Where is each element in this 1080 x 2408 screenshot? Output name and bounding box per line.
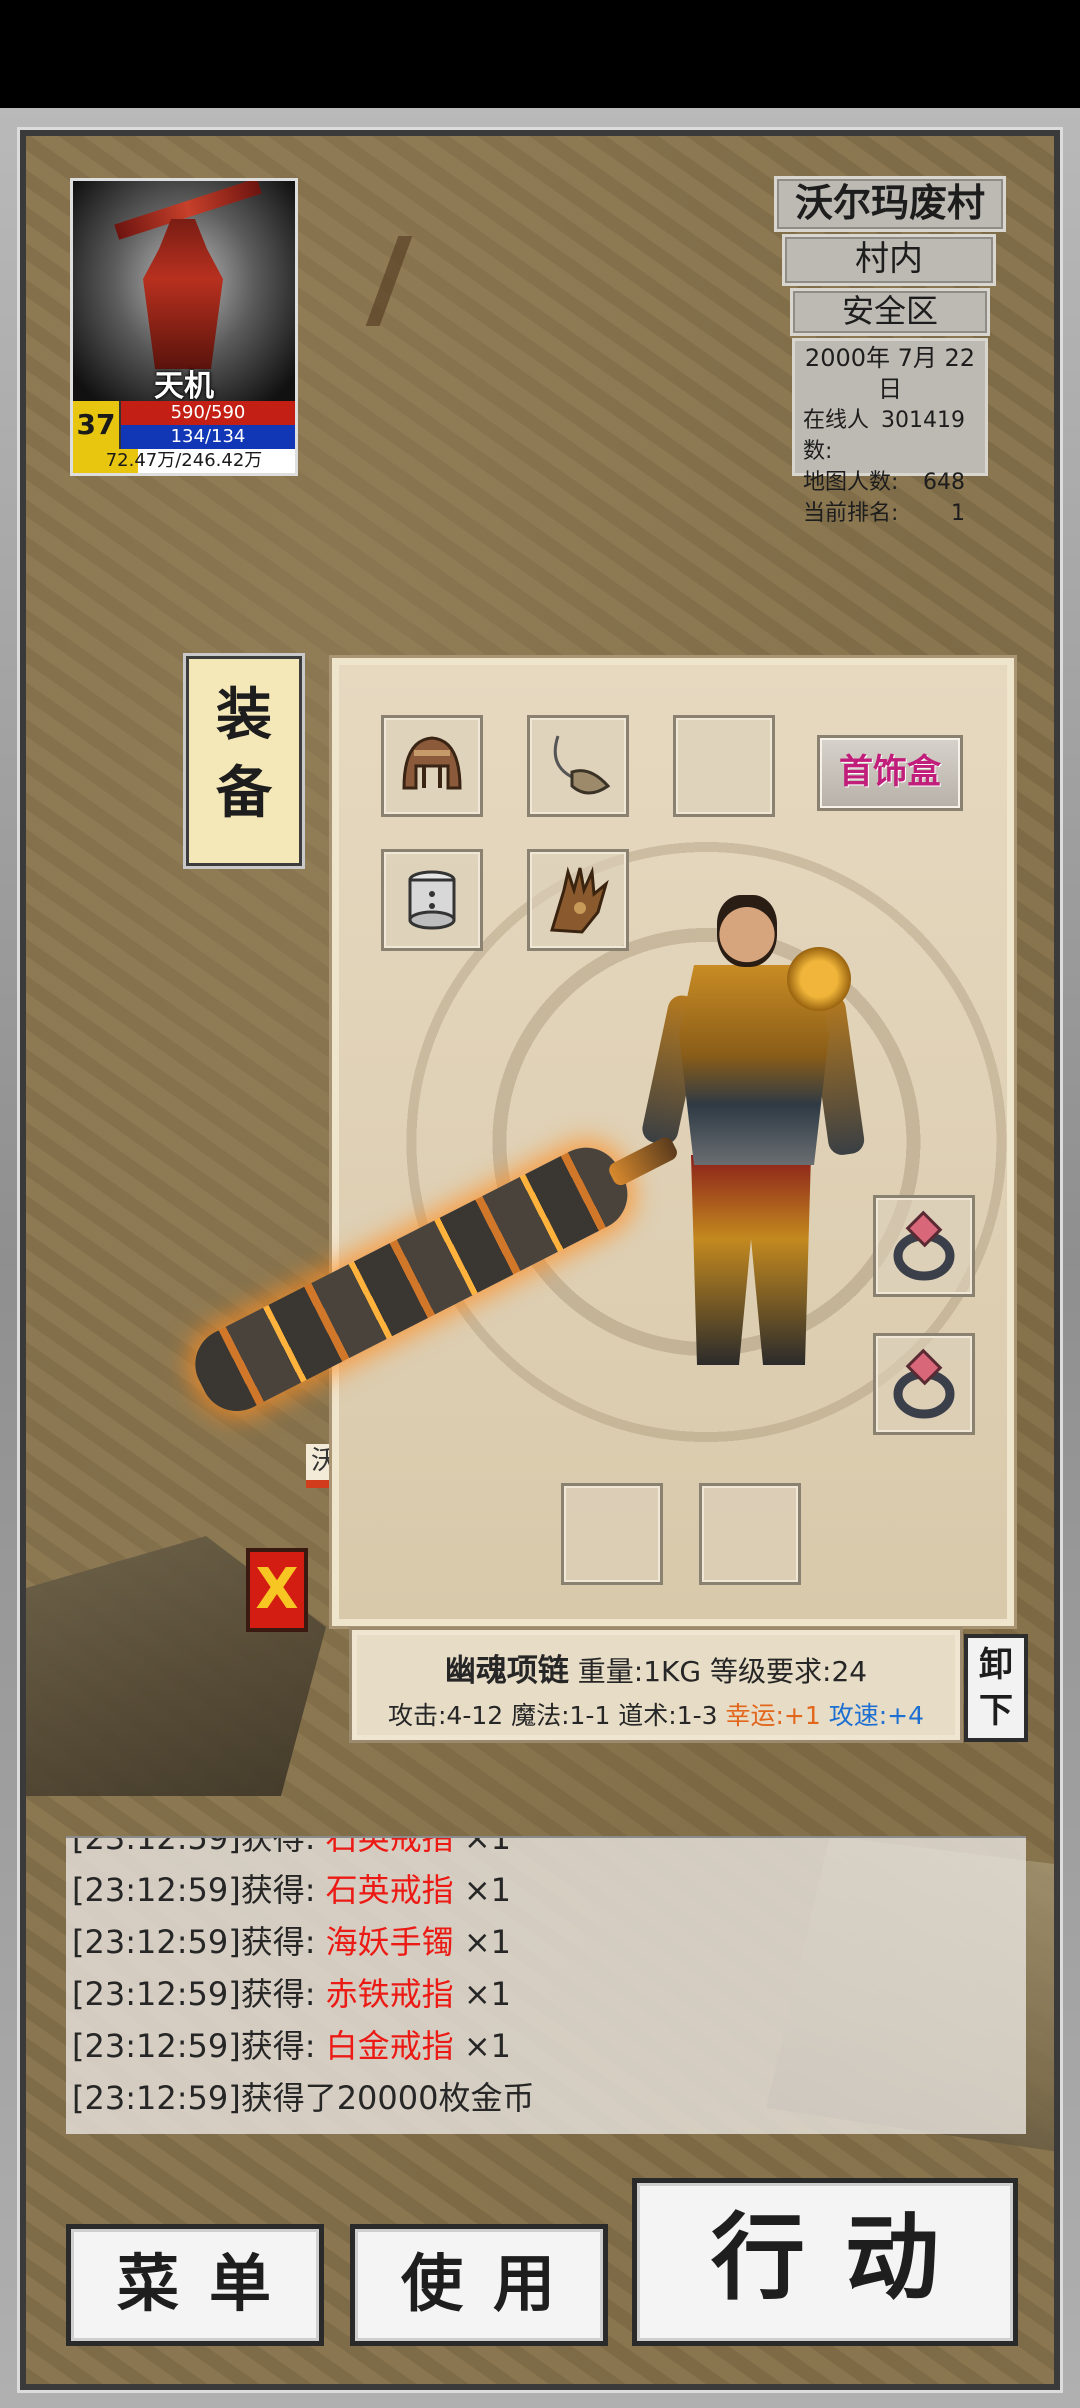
equipment-tab-char-2: 备 bbox=[216, 761, 272, 826]
helmet-slot[interactable] bbox=[381, 715, 483, 817]
online-count-value: 301419 bbox=[881, 408, 965, 433]
character-portrait[interactable]: 天机 37 590/590 134/134 72.47万/246.42万 bbox=[70, 178, 298, 476]
unequip-label-2: 下 bbox=[979, 1691, 1013, 1731]
hp-bar: 590/590 bbox=[121, 401, 295, 425]
item-luck: 幸运:+1 bbox=[725, 1701, 821, 1730]
map-count-value: 648 bbox=[923, 470, 965, 495]
action-button[interactable]: 行动 bbox=[632, 2178, 1018, 2346]
online-count-label: 在线人数: bbox=[803, 408, 870, 464]
log-prefix: [23:12:59]获得: bbox=[72, 1923, 326, 1961]
ring-icon bbox=[893, 1348, 955, 1419]
log-item: 石英戒指 bbox=[325, 1871, 454, 1909]
necklace-slot[interactable] bbox=[527, 715, 629, 817]
portrait-warrior bbox=[143, 219, 223, 369]
log-line: [23:12:59]获得: 白金戒指 ×1 bbox=[72, 2020, 1026, 2072]
use-button[interactable]: 使用 bbox=[350, 2224, 608, 2346]
menu-button[interactable]: 菜单 bbox=[66, 2224, 324, 2346]
log-line: [23:12:59]获得了20000枚金币 bbox=[72, 2072, 1026, 2124]
log-item: 赤铁戒指 bbox=[325, 1975, 454, 2013]
item-name: 幽魂项链 bbox=[444, 1653, 569, 1689]
log-line: [23:12:59]获得: 赤铁戒指 ×1 bbox=[72, 1968, 1026, 2020]
log-suffix: ×1 bbox=[453, 1871, 512, 1909]
online-count-row: 在线人数: 301419 bbox=[803, 405, 977, 467]
map-count-label: 地图人数: bbox=[803, 470, 899, 495]
rank-value: 1 bbox=[951, 501, 965, 526]
log-suffix: ×1 bbox=[453, 1923, 512, 1961]
unequip-button[interactable]: 卸 下 bbox=[964, 1634, 1028, 1742]
hero-legs bbox=[691, 1155, 811, 1365]
item-info-panel: 幽魂项链 重量:1KG 等级要求:24 攻击:4-12 魔法:1-1 道术:1-… bbox=[349, 1627, 963, 1743]
log-suffix: ×1 bbox=[453, 2027, 512, 2065]
log-item: 海妖手镯 bbox=[325, 1923, 454, 1961]
item-weight-level: 重量:1KG 等级要求:24 bbox=[568, 1655, 868, 1688]
status-bar bbox=[0, 0, 1080, 108]
item-attack-speed: 攻速:+4 bbox=[828, 1701, 925, 1730]
hero-lion-pauldron bbox=[787, 947, 851, 1011]
zone-type: 安全区 bbox=[790, 288, 990, 336]
log-suffix: ×1 bbox=[453, 1975, 512, 2013]
map-name: 沃尔玛废村 bbox=[774, 176, 1006, 232]
log-suffix: ×1 bbox=[453, 1836, 512, 1857]
exp-text: 72.47万/246.42万 bbox=[105, 450, 263, 471]
log-prefix: [23:12:59]获得: bbox=[72, 1975, 326, 2013]
log-item: 白金戒指 bbox=[325, 2027, 454, 2065]
log-item: 石英戒指 bbox=[325, 1836, 454, 1857]
close-button[interactable]: X bbox=[246, 1548, 308, 1632]
log-prefix: [23:12:59]获得了20000枚金币 bbox=[72, 2079, 535, 2117]
exp-bar: 72.47万/246.42万 bbox=[73, 449, 295, 473]
item-info-line-1: 幽魂项链 重量:1KG 等级要求:24 bbox=[357, 1645, 955, 1690]
rank-row: 当前排名: 1 bbox=[803, 498, 977, 529]
necklace-icon bbox=[553, 735, 611, 795]
bracelet-slot[interactable] bbox=[381, 849, 483, 951]
empty-slot-bottom-2[interactable] bbox=[699, 1483, 801, 1585]
glove-slot[interactable] bbox=[527, 849, 629, 951]
equipment-tab[interactable]: 装 备 bbox=[186, 656, 302, 866]
log-prefix: [23:12:59]获得: bbox=[72, 1836, 326, 1857]
chat-log[interactable]: [23:12:59]获得: 石英戒指 ×1 [23:12:59]获得: 石英戒指… bbox=[66, 1836, 1026, 2134]
hero-head bbox=[717, 895, 777, 967]
ring-icon bbox=[893, 1210, 955, 1281]
glove-icon bbox=[550, 866, 609, 934]
character-level: 37 bbox=[73, 401, 121, 449]
ring-slot-2[interactable] bbox=[873, 1333, 975, 1435]
area-name: 村内 bbox=[782, 234, 996, 286]
weapon-tip bbox=[606, 1134, 680, 1188]
server-stats: 2000年 7月 22日 在线人数: 301419 地图人数: 648 当前排名… bbox=[792, 338, 988, 526]
empty-slot-bottom-1[interactable] bbox=[561, 1483, 663, 1585]
ring-slot-1[interactable] bbox=[873, 1195, 975, 1297]
item-stats: 攻击:4-12 魔法:1-1 道术:1-3 bbox=[387, 1701, 726, 1730]
log-line: [23:12:59]获得: 海妖手镯 ×1 bbox=[72, 1916, 1026, 1968]
character-name: 天机 bbox=[154, 369, 214, 404]
unequip-label-1: 卸 bbox=[979, 1645, 1013, 1685]
game-date: 2000年 7月 22日 bbox=[804, 344, 976, 403]
helmet-icon bbox=[402, 736, 462, 790]
jewelry-box-button[interactable]: 首饰盒 bbox=[817, 735, 963, 811]
map-count-row: 地图人数: 648 bbox=[803, 467, 977, 498]
log-line: [23:12:59]获得: 石英戒指 ×1 bbox=[72, 1836, 1026, 1864]
log-line: [23:12:59]获得: 石英戒指 ×1 bbox=[72, 1864, 1026, 1916]
mp-bar: 134/134 bbox=[121, 425, 295, 449]
log-prefix: [23:12:59]获得: bbox=[72, 2027, 326, 2065]
rank-label: 当前排名: bbox=[803, 501, 899, 526]
item-info-line-2: 攻击:4-12 魔法:1-1 道术:1-3 幸运:+1 攻速:+4 bbox=[357, 1696, 955, 1732]
log-prefix: [23:12:59]获得: bbox=[72, 1871, 326, 1909]
equipment-tab-char-1: 装 bbox=[216, 683, 272, 748]
bracelet-icon bbox=[408, 870, 456, 930]
game-viewport: 沃 天机 37 590/590 134/134 72.47万/246.42万 沃… bbox=[17, 127, 1063, 2393]
empty-slot-top[interactable] bbox=[673, 715, 775, 817]
